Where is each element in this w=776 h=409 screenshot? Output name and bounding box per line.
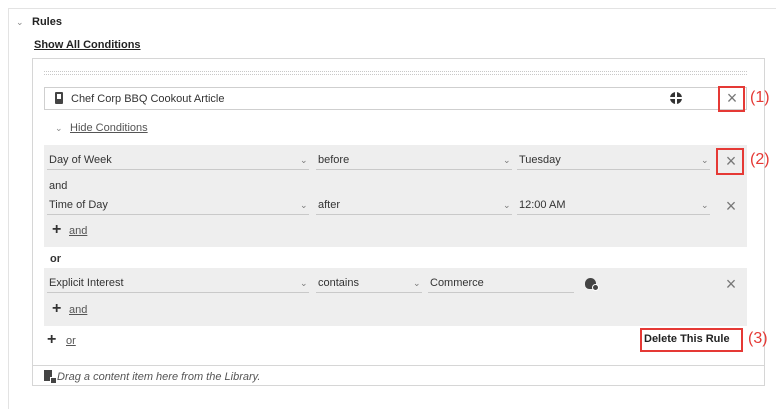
field-underline — [428, 292, 574, 293]
chevron-down-icon[interactable]: ⌄ — [300, 200, 308, 211]
condition-value-select[interactable]: Tuesday — [519, 154, 561, 166]
condition-group-2 — [44, 268, 747, 326]
callout-label-3: (3) — [748, 330, 768, 347]
field-underline — [316, 169, 512, 170]
field-underline — [316, 214, 512, 215]
field-underline — [316, 292, 422, 293]
add-or-plus-icon[interactable]: + — [47, 332, 56, 348]
condition-field-select[interactable]: Time of Day — [49, 199, 108, 211]
add-and-link[interactable]: and — [69, 225, 87, 237]
lightbulb-icon[interactable] — [585, 278, 599, 291]
condition-operator-select[interactable]: after — [318, 199, 340, 211]
condition-group-1 — [44, 145, 747, 247]
callout-label-2: (2) — [750, 151, 770, 168]
chevron-down-icon[interactable]: ⌄ — [503, 200, 511, 211]
phone-icon — [55, 92, 63, 104]
field-underline — [517, 214, 710, 215]
rules-collapse-chevron-icon[interactable]: ⌄ — [16, 17, 24, 28]
or-separator-label: or — [50, 253, 61, 265]
hide-conditions-link[interactable]: Hide Conditions — [70, 122, 148, 134]
hide-conditions-chevron-icon[interactable]: ⌄ — [55, 123, 63, 134]
field-underline — [47, 214, 309, 215]
chevron-down-icon[interactable]: ⌄ — [413, 278, 421, 289]
callout-box-2 — [716, 148, 744, 175]
chevron-down-icon[interactable]: ⌄ — [701, 200, 709, 211]
condition-field-select[interactable]: Day of Week — [49, 154, 112, 166]
add-or-link[interactable]: or — [66, 335, 76, 347]
condition-field-select[interactable]: Explicit Interest — [49, 277, 124, 289]
add-and-plus-icon[interactable]: + — [52, 222, 61, 238]
drop-zone-hint: Drag a content item here from the Librar… — [57, 371, 261, 383]
field-underline — [517, 169, 710, 170]
chevron-down-icon[interactable]: ⌄ — [701, 155, 709, 166]
content-item-title[interactable]: Chef Corp BBQ Cookout Article — [71, 93, 224, 105]
callout-box-1 — [718, 86, 745, 112]
condition-operator-select[interactable]: contains — [318, 277, 359, 289]
condition-joiner-label: and — [49, 180, 68, 192]
condition-value-select[interactable]: 12:00 AM — [519, 199, 565, 211]
condition-value-input[interactable]: Commerce — [430, 277, 484, 289]
globe-icon[interactable] — [670, 92, 682, 104]
remove-condition-close-icon[interactable]: × — [721, 275, 741, 294]
chevron-down-icon[interactable]: ⌄ — [300, 278, 308, 289]
remove-condition-close-icon[interactable]: × — [721, 197, 741, 216]
field-underline — [47, 292, 309, 293]
add-and-plus-icon[interactable]: + — [52, 301, 61, 317]
show-all-conditions-link[interactable]: Show All Conditions — [34, 39, 141, 51]
add-and-link[interactable]: and — [69, 304, 87, 316]
rules-section-title[interactable]: Rules — [32, 16, 62, 28]
callout-label-1: (1) — [750, 89, 770, 106]
callout-box-3 — [640, 328, 743, 352]
content-drag-icon — [44, 370, 57, 384]
field-underline — [47, 169, 309, 170]
condition-operator-select[interactable]: before — [318, 154, 349, 166]
chevron-down-icon[interactable]: ⌄ — [503, 155, 511, 166]
drag-handle-dots[interactable] — [44, 71, 747, 75]
chevron-down-icon[interactable]: ⌄ — [300, 155, 308, 166]
